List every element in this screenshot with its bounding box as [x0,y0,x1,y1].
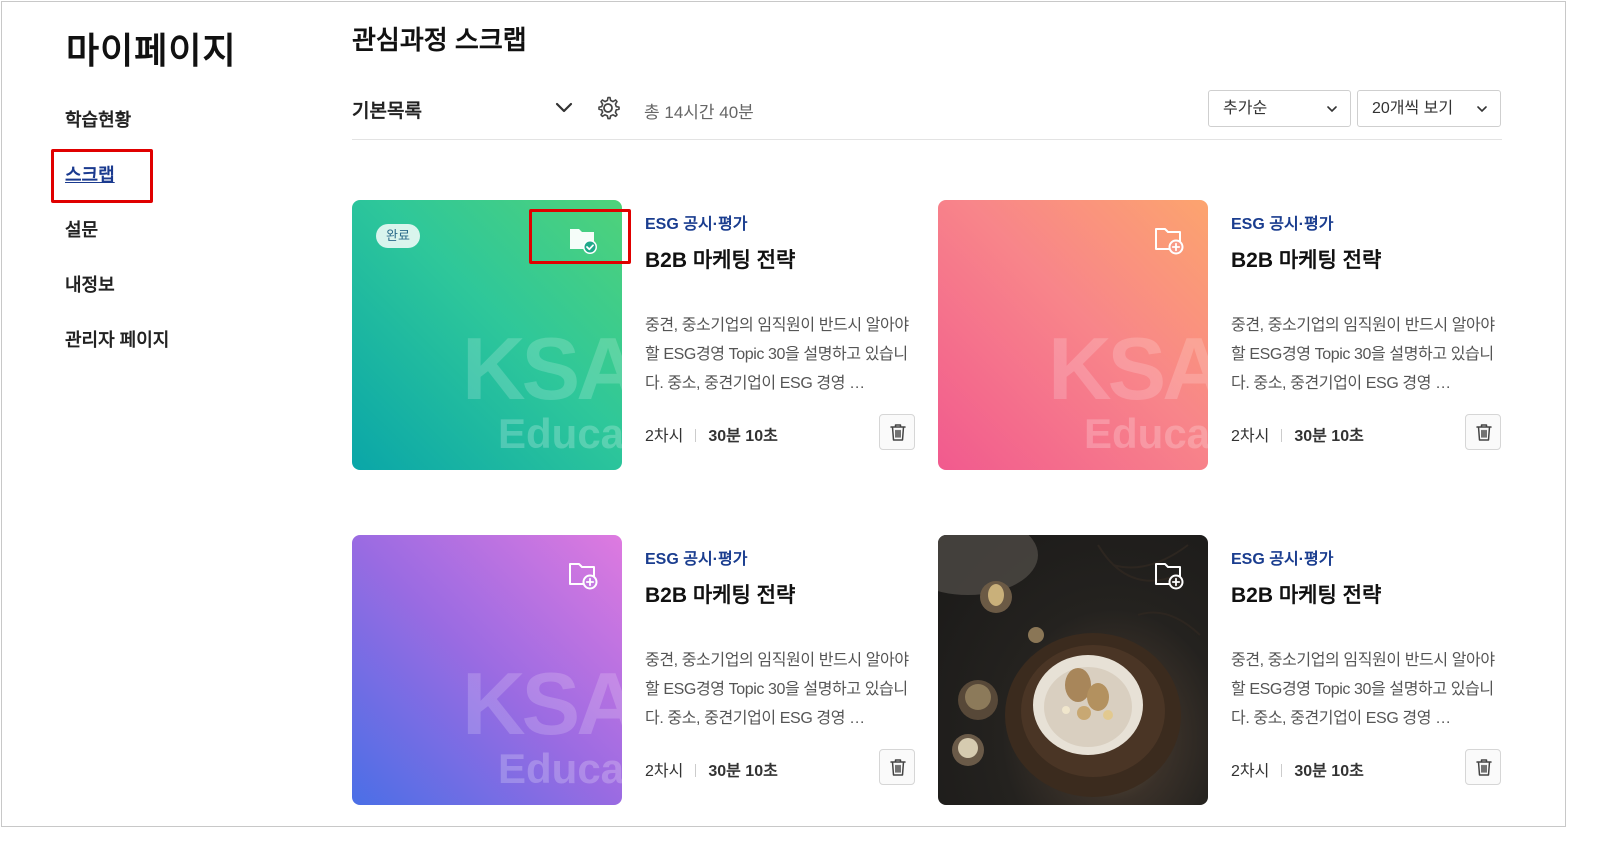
course-category: ESG 공시·평가 [645,551,748,568]
sidebar-item-learning-status[interactable]: 학습현황 [65,106,225,161]
course-info: ESG 공시·평가 B2B 마케팅 전략 중견, 중소기업의 임직원이 반드시 … [645,535,917,805]
sidebar-item-label: 학습현황 [65,110,132,130]
page-size-select[interactable]: 20개씩 보기 [1357,90,1501,127]
sort-select-value: 추가순 [1223,100,1268,117]
delete-button[interactable] [879,414,915,450]
course-card[interactable]: KSA Educa ESG 공시·평가 B2B 마케팅 전략 중견, 중소기업의… [938,200,1503,470]
sidebar-item-label: 설문 [65,220,99,240]
thumbnail-watermark: Educa [498,745,622,792]
course-card[interactable]: KSA Educa 완료 ESG 공시·평가 B2B 마케팅 전략 중견, 중소… [352,200,917,470]
list-dropdown-button[interactable] [552,96,576,120]
trash-icon [890,424,906,441]
gear-icon [598,96,620,120]
folder-check-icon [570,229,597,254]
list-toolbar: 기본목록 총 14시간 40분 추가순 20개씩 보기 [352,88,1502,140]
total-study-time: 총 14시간 40분 [644,103,754,122]
sidebar-item-scrap[interactable]: 스크랩 [65,161,225,216]
course-sessions: 2차시 [645,763,684,780]
trash-icon [890,759,906,776]
course-duration: 30분 10초 [708,763,778,780]
course-duration: 30분 10초 [1294,763,1364,780]
chevron-down-icon [555,102,573,113]
thumbnail-watermark: Educa [1084,410,1208,457]
sidebar-title: 마이페이지 [66,30,237,71]
folder-plus-icon [569,563,598,590]
meta-divider [1281,429,1283,442]
thumbnail-watermark: Educa [498,410,622,457]
scrap-toggle-button[interactable] [562,555,602,591]
sidebar-item-my-info[interactable]: 내정보 [65,271,225,326]
chevron-down-icon [1477,106,1487,113]
sidebar-item-admin-page[interactable]: 관리자 페이지 [65,326,225,381]
course-info: ESG 공시·평가 B2B 마케팅 전략 중견, 중소기업의 임직원이 반드시 … [1231,535,1503,805]
trash-icon [1476,759,1492,776]
course-sessions: 2차시 [1231,428,1270,445]
scrap-toggle-button[interactable] [562,220,602,256]
page-title: 관심과정 스크랩 [352,25,527,55]
sidebar-item-label: 관리자 페이지 [65,330,170,350]
course-thumbnail[interactable]: KSA Educa [938,200,1208,470]
course-meta: 2차시 30분 10초 [645,757,778,781]
course-meta: 2차시 30분 10초 [1231,757,1364,781]
course-category: ESG 공시·평가 [1231,551,1334,568]
course-card[interactable]: KSA Educa ESG 공시·평가 B2B 마케팅 전략 중견, 중소기업의… [352,535,917,805]
course-meta: 2차시 30분 10초 [1231,422,1364,446]
delete-button[interactable] [1465,749,1501,785]
sidebar-nav: 학습현황 스크랩 설문 내정보 관리자 페이지 [65,106,225,381]
course-card[interactable]: ESG 공시·평가 B2B 마케팅 전략 중견, 중소기업의 임직원이 반드시 … [938,535,1503,805]
folder-plus-icon [1155,563,1184,590]
sidebar-item-label: 스크랩 [65,165,115,185]
sort-select[interactable]: 추가순 [1208,90,1351,127]
course-sessions: 2차시 [645,428,684,445]
course-thumbnail[interactable] [938,535,1208,805]
thumbnail-watermark: KSA [462,319,622,418]
course-category: ESG 공시·평가 [645,216,748,233]
course-thumbnail[interactable]: KSA Educa 완료 [352,200,622,470]
sidebar-item-label: 내정보 [65,275,115,295]
course-description: 중견, 중소기업의 임직원이 반드시 알아야 할 ESG경영 Topic 30을… [645,652,909,727]
course-description: 중견, 중소기업의 임직원이 반드시 알아야 할 ESG경영 Topic 30을… [1231,652,1495,727]
list-settings-button[interactable] [595,95,621,121]
thumbnail-watermark: KSA [1048,319,1208,418]
course-title[interactable]: B2B 마케팅 전략 [645,579,795,609]
course-description: 중견, 중소기업의 임직원이 반드시 알아야 할 ESG경영 Topic 30을… [645,317,909,392]
course-info: ESG 공시·평가 B2B 마케팅 전략 중견, 중소기업의 임직원이 반드시 … [645,200,917,470]
course-title[interactable]: B2B 마케팅 전략 [1231,579,1381,609]
scrap-toggle-button[interactable] [1148,220,1188,256]
course-title[interactable]: B2B 마케팅 전략 [645,244,795,274]
scrap-toggle-button[interactable] [1148,555,1188,591]
scrap-list-name: 기본목록 [352,101,422,122]
meta-divider [695,764,697,777]
page-size-select-value: 20개씩 보기 [1372,100,1454,117]
folder-plus-icon [1155,228,1184,255]
delete-button[interactable] [1465,414,1501,450]
course-info: ESG 공시·평가 B2B 마케팅 전략 중견, 중소기업의 임직원이 반드시 … [1231,200,1503,470]
chevron-down-icon [1327,106,1337,113]
course-category: ESG 공시·평가 [1231,216,1334,233]
status-badge: 완료 [376,224,420,248]
course-duration: 30분 10초 [708,428,778,445]
sidebar-item-survey[interactable]: 설문 [65,216,225,271]
thumbnail-watermark: KSA [462,654,622,753]
meta-divider [695,429,697,442]
course-thumbnail[interactable]: KSA Educa [352,535,622,805]
course-title[interactable]: B2B 마케팅 전략 [1231,244,1381,274]
course-duration: 30분 10초 [1294,428,1364,445]
meta-divider [1281,764,1283,777]
course-sessions: 2차시 [1231,763,1270,780]
delete-button[interactable] [879,749,915,785]
course-description: 중견, 중소기업의 임직원이 반드시 알아야 할 ESG경영 Topic 30을… [1231,317,1495,392]
course-meta: 2차시 30분 10초 [645,422,778,446]
trash-icon [1476,424,1492,441]
